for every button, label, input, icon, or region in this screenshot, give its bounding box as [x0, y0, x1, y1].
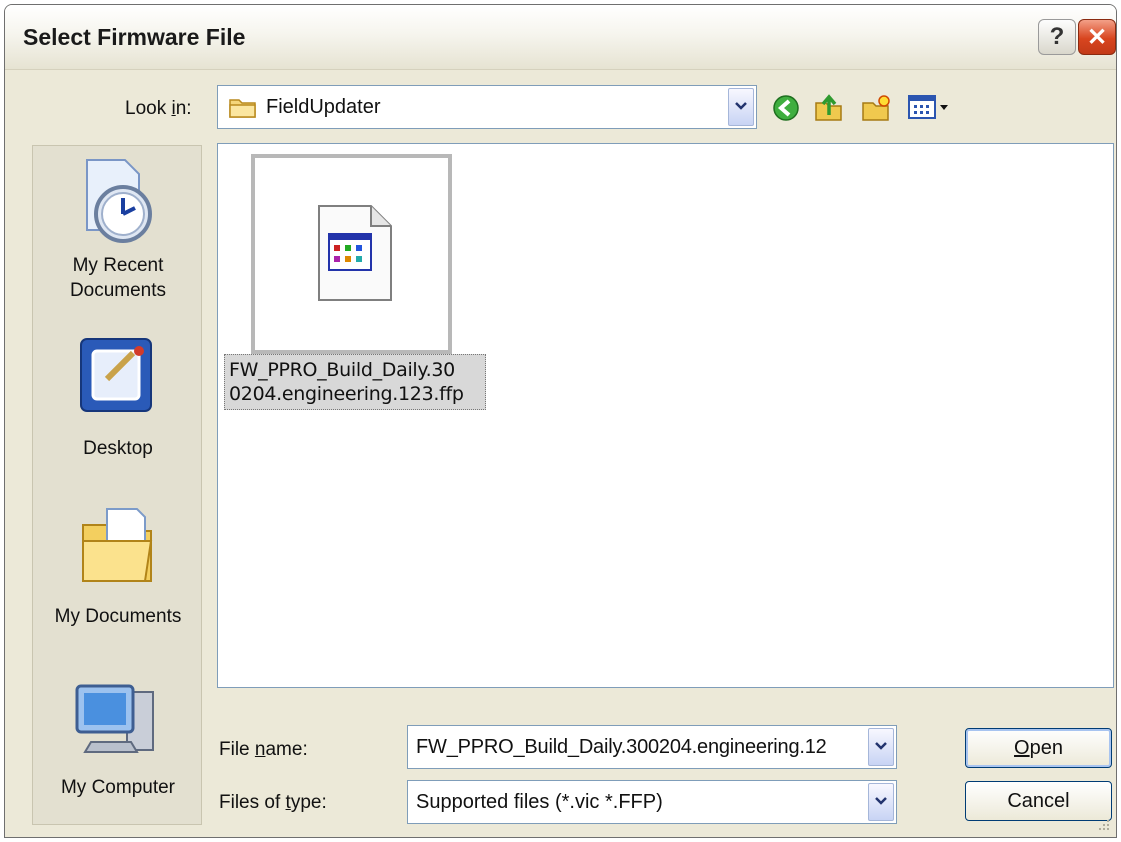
file-name-input[interactable]: FW_PPRO_Build_Daily.300204.engineering.1…: [416, 736, 827, 759]
look-in-combo[interactable]: FieldUpdater: [217, 85, 757, 129]
file-name-label[interactable]: FW_PPRO_Build_Daily.30 0204.engineering.…: [224, 354, 486, 410]
chevron-down-icon: [874, 793, 888, 811]
open-button[interactable]: Open: [965, 728, 1112, 768]
title-bar[interactable]: Select Firmware File ? ✕: [5, 5, 1116, 70]
file-list[interactable]: FW_PPRO_Build_Daily.30 0204.engineering.…: [217, 143, 1114, 688]
my-documents-icon: [73, 508, 163, 597]
look-in-label-prefix: Look: [125, 98, 172, 119]
folder-icon: [228, 95, 258, 124]
desktop-icon: [73, 338, 163, 427]
my-computer-icon: [71, 684, 165, 772]
file-name-label-prefix: File: [219, 739, 255, 760]
file-type-select[interactable]: Supported files (*.vic *.FFP): [407, 780, 897, 824]
chevron-down-icon: [734, 98, 748, 116]
close-button[interactable]: ✕: [1078, 19, 1116, 55]
place-recent-documents[interactable]: My Recent Documents: [33, 156, 203, 303]
file-name-dropdown-button[interactable]: [868, 728, 894, 766]
file-type-label-prefix: Files of: [219, 792, 286, 813]
place-label: My Recent: [72, 255, 164, 276]
place-label: My Documents: [54, 606, 182, 627]
select-firmware-dialog: Select Firmware File ? ✕ Look in: FieldU…: [4, 4, 1117, 838]
look-in-value: FieldUpdater: [266, 96, 381, 118]
up-folder-icon[interactable]: [813, 93, 845, 128]
firmware-file-icon: [313, 202, 397, 311]
file-name-label-text: File name:: [219, 739, 308, 761]
file-name-label-accel: n: [254, 739, 266, 760]
place-my-computer[interactable]: My Computer: [33, 676, 203, 800]
file-name-combo[interactable]: FW_PPRO_Build_Daily.300204.engineering.1…: [407, 725, 897, 769]
look-in-dropdown-button[interactable]: [728, 88, 754, 126]
resize-grip-icon[interactable]: [1096, 817, 1110, 831]
look-in-label: Look in:: [125, 98, 192, 120]
file-name-label-suffix: ame:: [265, 739, 308, 760]
back-icon[interactable]: [771, 93, 801, 128]
cancel-button[interactable]: Cancel: [965, 781, 1112, 821]
place-my-documents[interactable]: My Documents: [33, 501, 203, 629]
file-type-label-text: Files of type:: [219, 792, 327, 814]
place-label: My Computer: [60, 777, 176, 798]
places-bar: My Recent Documents Desktop My Documents…: [32, 145, 202, 825]
window-title: Select Firmware File: [23, 24, 246, 50]
file-type-value: Supported files (*.vic *.FFP): [416, 791, 663, 813]
new-folder-icon[interactable]: [860, 93, 892, 128]
open-button-accel: O: [1014, 736, 1030, 759]
place-label: Documents: [69, 280, 167, 301]
file-type-dropdown-button[interactable]: [868, 783, 894, 821]
place-desktop[interactable]: Desktop: [33, 331, 203, 461]
help-button[interactable]: ?: [1038, 19, 1076, 55]
file-type-label-suffix: ype:: [290, 792, 327, 813]
look-in-label-suffix: n:: [175, 98, 192, 119]
open-button-rest: pen: [1029, 736, 1063, 759]
file-thumbnail[interactable]: [251, 154, 452, 354]
recent-documents-icon: [73, 159, 163, 252]
place-label: Desktop: [83, 438, 153, 459]
chevron-down-icon: [874, 738, 888, 756]
view-menu-icon[interactable]: [907, 93, 953, 128]
